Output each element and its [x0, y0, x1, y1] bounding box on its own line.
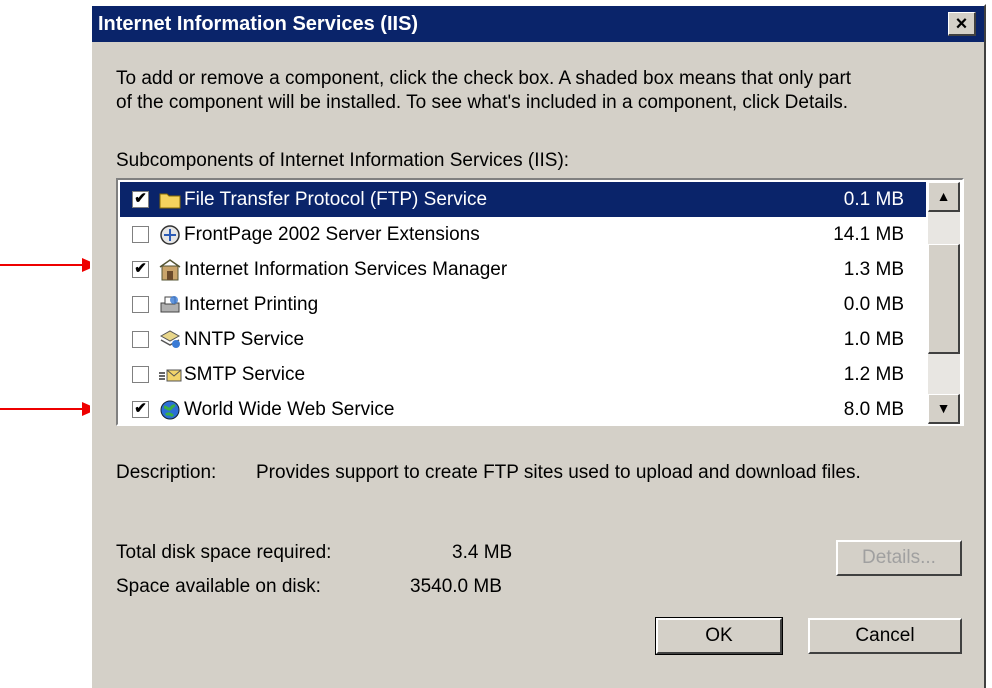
description-text: Provides support to create FTP sites use… — [256, 462, 861, 483]
scroll-up-button[interactable]: ▲ — [928, 182, 960, 212]
checkbox-smtp[interactable] — [132, 366, 149, 383]
available-disk-label: Space available on disk: — [116, 576, 321, 597]
total-disk-value: 3.4 MB — [452, 542, 513, 563]
scroll-down-button[interactable]: ▼ — [928, 394, 960, 424]
checkbox-iis-manager[interactable]: ✔ — [132, 261, 149, 278]
subcomponents-list[interactable]: ✔ File Transfer Protocol (FTP) Service 0… — [116, 178, 964, 426]
instructions-line-1: To add or remove a component, click the … — [116, 68, 852, 89]
mail-icon — [159, 369, 182, 382]
list-item-ftp[interactable]: ✔ File Transfer Protocol (FTP) Service 0… — [120, 182, 926, 217]
list-item-size: 0.1 MB — [843, 189, 904, 210]
annotation-arrow-2 — [0, 408, 84, 410]
checkbox-internet-printing[interactable] — [132, 296, 149, 313]
folder-icon — [159, 193, 181, 209]
title-bar: Internet Information Services (IIS) × — [92, 6, 984, 42]
list-item-size: 14.1 MB — [833, 224, 904, 245]
instructions-line-2: of the component will be installed. To s… — [116, 92, 849, 113]
list-item-smtp[interactable]: SMTP Service 1.2 MB — [120, 357, 926, 392]
list-item-nntp[interactable]: NNTP Service 1.0 MB — [120, 322, 926, 357]
frontpage-icon — [160, 225, 180, 245]
list-item-label: SMTP Service — [184, 364, 306, 385]
list-item-size: 0.0 MB — [843, 294, 904, 315]
list-item-label: Internet Information Services Manager — [184, 259, 508, 280]
list-item-www[interactable]: ✔ World Wide Web Service 8.0 MB — [120, 392, 926, 427]
dialog-title: Internet Information Services (IIS) — [98, 13, 419, 35]
checkbox-ftp[interactable]: ✔ — [132, 191, 149, 208]
list-item-label: File Transfer Protocol (FTP) Service — [184, 189, 488, 210]
annotation-arrow-1 — [0, 264, 84, 266]
list-item-size: 1.3 MB — [843, 259, 904, 280]
list-item-frontpage[interactable]: FrontPage 2002 Server Extensions 14.1 MB — [120, 217, 926, 252]
close-button[interactable]: × — [948, 12, 976, 36]
cancel-button[interactable]: Cancel — [808, 618, 962, 654]
list-item-internet-printing[interactable]: Internet Printing 0.0 MB — [120, 287, 926, 322]
list-item-label: Internet Printing — [184, 294, 319, 315]
list-item-size: 8.0 MB — [843, 399, 904, 420]
list-item-label: NNTP Service — [184, 329, 305, 350]
printer-icon — [160, 296, 180, 313]
scroll-thumb[interactable] — [928, 244, 960, 354]
details-button[interactable]: Details... — [836, 540, 962, 576]
iis-dialog: Internet Information Services (IIS) × To… — [90, 4, 986, 688]
list-scrollbar[interactable]: ▲ ▼ — [928, 182, 960, 424]
list-item-size: 1.0 MB — [843, 329, 904, 350]
checkbox-www[interactable]: ✔ — [132, 401, 149, 418]
globe-icon — [160, 400, 180, 420]
iis-manager-icon — [159, 259, 181, 281]
news-icon — [159, 330, 181, 348]
list-item-label: FrontPage 2002 Server Extensions — [184, 224, 480, 245]
list-item-iis-manager[interactable]: ✔ Internet Information Services Manager … — [120, 252, 926, 287]
available-disk-value: 3540.0 MB — [410, 576, 502, 597]
ok-button[interactable]: OK — [655, 617, 783, 655]
list-item-size: 1.2 MB — [843, 364, 904, 385]
description-label: Description: — [116, 462, 217, 483]
total-disk-label: Total disk space required: — [116, 542, 332, 563]
list-item-label: World Wide Web Service — [184, 399, 395, 420]
checkbox-nntp[interactable] — [132, 331, 149, 348]
subcomponents-label: Subcomponents of Internet Information Se… — [116, 150, 570, 171]
checkbox-frontpage[interactable] — [132, 226, 149, 243]
